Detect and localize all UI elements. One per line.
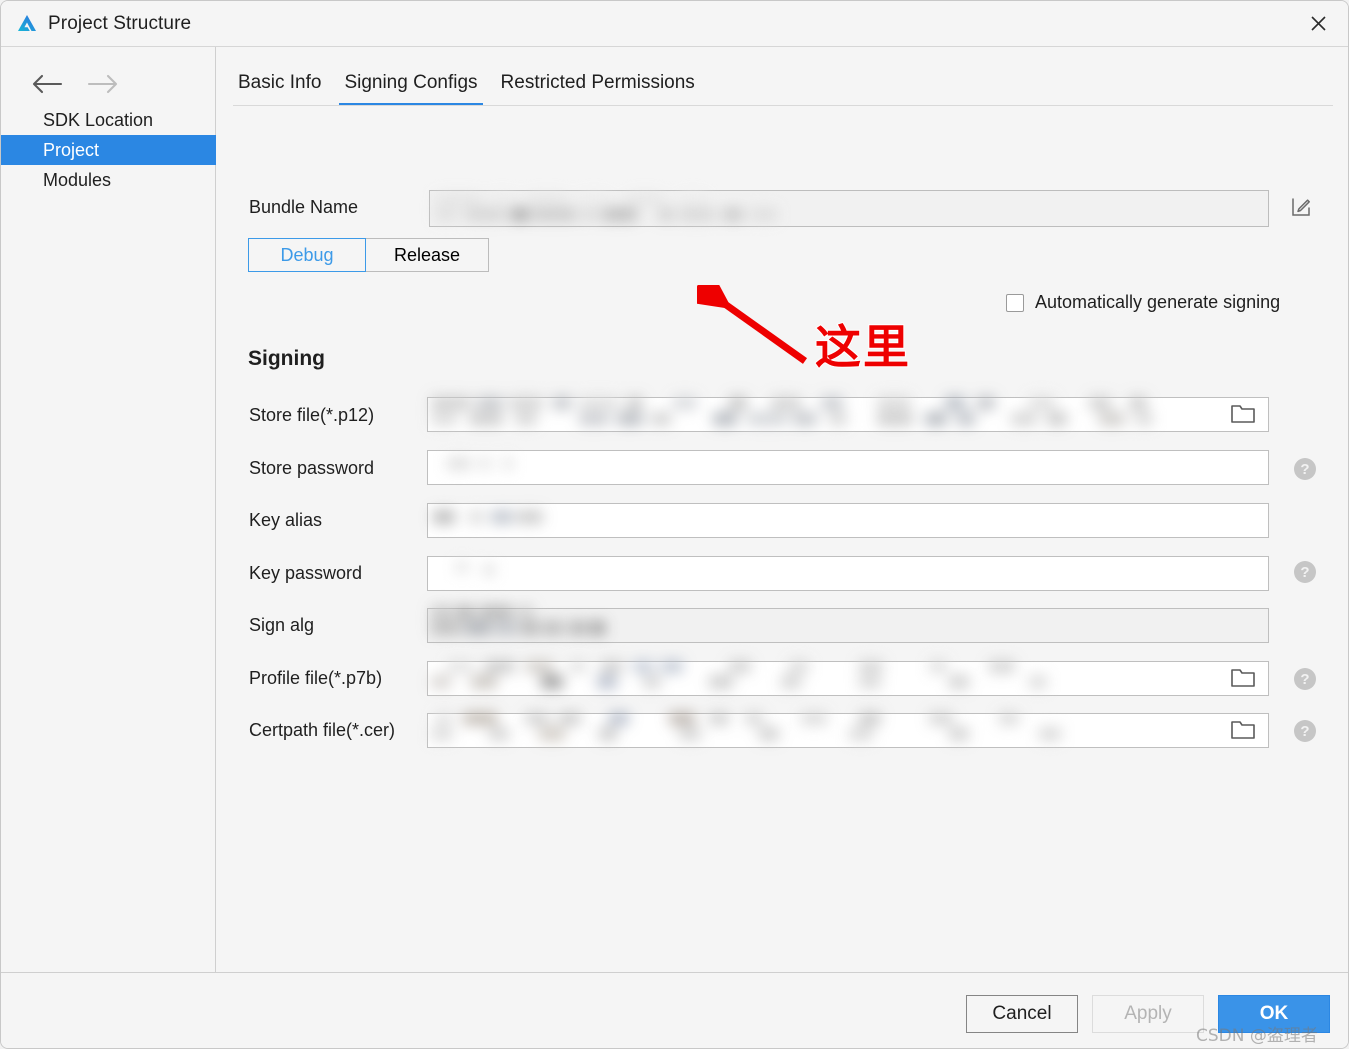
store-file-input[interactable] xyxy=(427,397,1269,432)
arrow-right-icon[interactable] xyxy=(86,73,119,100)
sign-alg-input[interactable] xyxy=(427,608,1269,643)
sidebar-item-label: Project xyxy=(43,139,100,160)
navigation-arrows xyxy=(31,73,119,100)
profile-file-input[interactable] xyxy=(427,661,1269,696)
title-bar: Project Structure xyxy=(1,1,1348,47)
edit-pencil-icon[interactable] xyxy=(1287,193,1315,221)
store-password-input[interactable] xyxy=(427,450,1269,485)
sidebar-list: SDK Location Project Modules xyxy=(1,105,216,195)
cancel-button[interactable]: Cancel xyxy=(966,995,1078,1033)
annotation-text: 这里 xyxy=(814,319,911,375)
close-icon[interactable] xyxy=(1286,1,1348,46)
red-arrow-icon xyxy=(685,267,827,380)
deveco-logo-icon xyxy=(15,12,39,36)
key-password-label: Key password xyxy=(249,563,363,583)
store-password-label: Store password xyxy=(249,458,375,478)
tab-bar: Basic Info Signing Configs Restricted Pe… xyxy=(233,67,713,106)
segment-debug[interactable]: Debug xyxy=(248,238,366,272)
project-structure-dialog: Project Structure SDK Location Project M… xyxy=(0,0,1349,1049)
sidebar-item-project[interactable]: Project xyxy=(1,135,216,165)
certpath-file-input[interactable] xyxy=(427,713,1269,748)
store-file-label: Store file(*.p12) xyxy=(249,405,375,425)
sidebar: SDK Location Project Modules xyxy=(1,47,216,972)
help-icon[interactable]: ? xyxy=(1294,458,1316,480)
certpath-file-label: Certpath file(*.cer) xyxy=(249,720,396,740)
key-password-input[interactable] xyxy=(427,556,1269,591)
help-icon[interactable]: ? xyxy=(1294,720,1316,742)
bundle-name-input[interactable] xyxy=(429,190,1269,227)
tab-signing-configs[interactable]: Signing Configs xyxy=(339,72,483,106)
checkbox-box[interactable] xyxy=(1006,293,1024,312)
sidebar-item-sdk-location[interactable]: SDK Location xyxy=(1,105,216,135)
tab-restricted-permissions[interactable]: Restricted Permissions xyxy=(496,72,700,106)
auto-generate-signing-checkbox[interactable]: Automatically generate signing xyxy=(1006,292,1280,313)
checkbox-label: Automatically generate signing xyxy=(1035,292,1281,312)
folder-browse-icon[interactable] xyxy=(1230,719,1256,746)
tab-basic-info[interactable]: Basic Info xyxy=(233,72,326,106)
sidebar-item-label: Modules xyxy=(43,169,112,190)
arrow-left-icon[interactable] xyxy=(31,73,64,100)
help-icon[interactable]: ? xyxy=(1294,668,1316,690)
profile-file-label: Profile file(*.p7b) xyxy=(249,668,383,688)
sidebar-item-label: SDK Location xyxy=(43,109,154,130)
content-pane: Basic Info Signing Configs Restricted Pe… xyxy=(217,47,1348,995)
segment-release[interactable]: Release xyxy=(365,238,489,272)
signing-section-heading: Signing xyxy=(248,347,325,370)
key-alias-input[interactable] xyxy=(427,503,1269,538)
sidebar-item-modules[interactable]: Modules xyxy=(1,165,216,195)
tab-separator xyxy=(233,105,1333,106)
folder-browse-icon[interactable] xyxy=(1230,403,1256,430)
folder-browse-icon[interactable] xyxy=(1230,667,1256,694)
sign-alg-label: Sign alg xyxy=(249,615,315,635)
dialog-button-bar: Cancel Apply OK xyxy=(1,972,1348,1048)
bundle-name-label: Bundle Name xyxy=(249,197,359,217)
key-alias-label: Key alias xyxy=(249,510,323,530)
ok-button[interactable]: OK xyxy=(1218,995,1330,1033)
help-icon[interactable]: ? xyxy=(1294,561,1316,583)
page-title: Project Structure xyxy=(48,13,192,34)
build-variant-segmented-control: Debug Release xyxy=(248,238,489,272)
apply-button: Apply xyxy=(1092,995,1204,1033)
